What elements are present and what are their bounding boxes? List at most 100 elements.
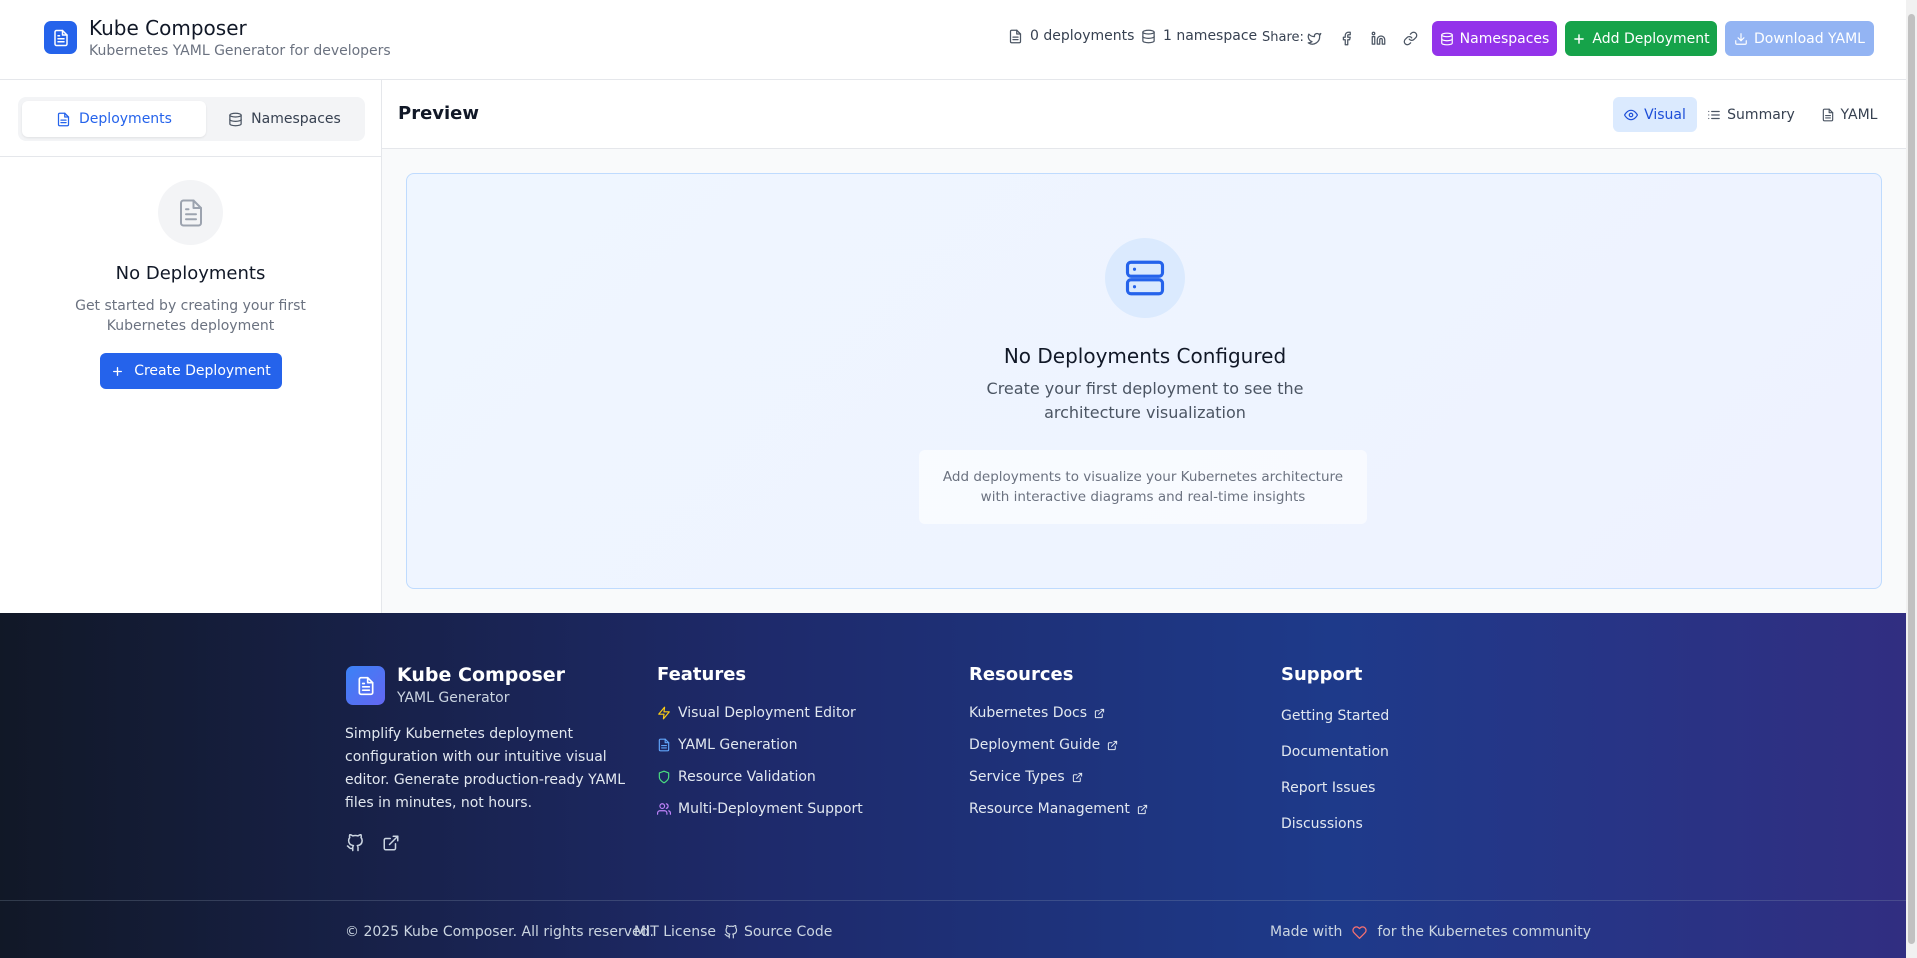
page-scrollbar[interactable] [1906, 0, 1917, 958]
made-for-label: for the Kubernetes community [1377, 924, 1592, 940]
visualization-area: No Deployments Configured Create your fi… [406, 173, 1882, 589]
github-icon[interactable] [345, 833, 365, 853]
plus-icon [1574, 33, 1585, 44]
footer-link-multi-deployment[interactable]: Multi-Deployment Support [657, 801, 863, 817]
mit-license-link[interactable]: MIT License [634, 924, 716, 940]
list-icon [1708, 110, 1721, 119]
document-icon [358, 676, 373, 695]
preview-title: Preview [398, 103, 480, 124]
empty-state-title: No Deployments [115, 263, 266, 284]
sidebar: Deployments Namespaces No Deployments Ge… [0, 80, 382, 613]
tab-deployments[interactable]: Deployments [22, 101, 206, 137]
namespaces-count: 1 namespace [1141, 28, 1257, 44]
view-tab-yaml[interactable]: YAML [1818, 97, 1880, 132]
app-logo [44, 21, 77, 54]
made-with-label: Made with [1270, 924, 1343, 940]
empty-visualization-title: No Deployments Configured [1003, 344, 1287, 368]
source-code-link[interactable]: Source Code [724, 924, 832, 940]
heart-icon [1352, 925, 1367, 939]
document-icon [1009, 29, 1022, 43]
footer-link-label: Kubernetes Docs [969, 705, 1088, 721]
tab-deployments-label: Deployments [79, 111, 172, 127]
empty-state-icon-circle [158, 180, 223, 245]
footer-resources-title: Resources [969, 664, 1074, 685]
footer-brand-title: Kube Composer [397, 664, 566, 686]
view-tab-visual[interactable]: Visual [1613, 97, 1697, 132]
empty-state-description: Get started by creating your first Kuber… [75, 298, 306, 334]
footer-link-resource-validation[interactable]: Resource Validation [657, 769, 816, 785]
tab-namespaces[interactable]: Namespaces [208, 101, 361, 137]
footer-link-visual-editor[interactable]: Visual Deployment Editor [657, 705, 856, 721]
footer-link-label: Service Types [969, 769, 1065, 785]
footer-link-resource-management[interactable]: Resource Management [969, 801, 1148, 817]
namespaces-button-label: Namespaces [1459, 30, 1550, 47]
view-tab-visual-label: Visual [1644, 106, 1686, 123]
shield-icon [658, 770, 670, 784]
sidebar-tabs: Deployments Namespaces [18, 97, 365, 141]
footer-link-label: Visual Deployment Editor [678, 705, 856, 721]
scrollbar-thumb[interactable] [1908, 14, 1915, 944]
plus-icon [113, 366, 123, 376]
document-icon [179, 199, 202, 226]
app-title: Kube Composer [89, 16, 247, 40]
create-deployment-button-label: Create Deployment [134, 363, 271, 379]
footer-link-label: Multi-Deployment Support [678, 801, 863, 817]
footer-link-discussions[interactable]: Discussions [1281, 816, 1363, 832]
add-deployment-button-label: Add Deployment [1592, 30, 1710, 47]
footer-link-label: Deployment Guide [969, 737, 1101, 753]
app-header: Kube Composer Kubernetes YAML Generator … [0, 0, 1906, 80]
footer-divider [0, 900, 1906, 901]
source-code-label: Source Code [744, 924, 833, 940]
external-link-icon [1137, 804, 1148, 814]
visualization-note: Add deployments to visualize your Kubern… [919, 450, 1367, 524]
linkedin-icon[interactable] [1369, 29, 1387, 47]
copyright: © 2025 Kube Composer. All rights reserve… [345, 924, 654, 940]
document-icon [57, 112, 70, 126]
footer-link-service-types[interactable]: Service Types [969, 769, 1083, 785]
download-yaml-button[interactable]: Download YAML [1725, 21, 1874, 56]
namespaces-count-label: 1 namespace [1163, 28, 1258, 44]
footer-link-getting-started[interactable]: Getting Started [1281, 708, 1389, 724]
footer-brand-subtitle: YAML Generator [397, 690, 510, 706]
footer-support-title: Support [1281, 664, 1363, 685]
document-icon [53, 29, 68, 46]
view-tab-summary[interactable]: Summary [1706, 97, 1796, 132]
preview-toolbar: Preview Visual Summary YAML [382, 80, 1906, 149]
external-link-icon [1108, 740, 1118, 750]
footer-link-label: Resource Management [969, 801, 1130, 817]
footer-link-report-issues[interactable]: Report Issues [1281, 780, 1375, 796]
footer-link-deployment-guide[interactable]: Deployment Guide [969, 737, 1118, 753]
download-icon [1735, 32, 1747, 45]
deployments-count: 0 deployments [1008, 28, 1134, 44]
app-subtitle: Kubernetes YAML Generator for developers [89, 43, 391, 59]
add-deployment-button[interactable]: Add Deployment [1565, 21, 1717, 56]
namespaces-button[interactable]: Namespaces [1432, 21, 1557, 56]
made-with: Made with for the Kubernetes community [1270, 924, 1591, 940]
eye-icon [1624, 109, 1639, 120]
external-link-icon [1094, 708, 1105, 718]
footer-features-title: Features [657, 664, 747, 685]
twitter-icon[interactable] [1305, 29, 1323, 47]
footer-logo [346, 666, 385, 705]
download-yaml-button-label: Download YAML [1754, 30, 1865, 47]
external-link-icon[interactable] [381, 833, 401, 853]
view-tab-summary-label: Summary [1727, 106, 1795, 123]
database-icon [1142, 29, 1155, 43]
footer-description: Simplify Kubernetes deployment configura… [345, 726, 626, 811]
link-icon[interactable] [1401, 29, 1419, 47]
lightning-icon [658, 706, 670, 720]
database-icon [229, 112, 242, 126]
footer-link-label: Resource Validation [678, 769, 816, 785]
footer-link-kubernetes-docs[interactable]: Kubernetes Docs [969, 705, 1105, 721]
footer: Kube Composer YAML Generator Simplify Ku… [0, 613, 1906, 958]
tab-namespaces-label: Namespaces [251, 111, 341, 127]
document-icon [658, 738, 670, 752]
share-label: Share: [1262, 30, 1304, 45]
create-deployment-button[interactable]: Create Deployment [100, 353, 282, 389]
empty-visualization-description: Create your first deployment to see the … [986, 379, 1304, 422]
facebook-icon[interactable] [1337, 29, 1355, 47]
footer-link-documentation[interactable]: Documentation [1281, 744, 1389, 760]
footer-link-yaml-generation[interactable]: YAML Generation [657, 737, 797, 753]
database-icon [1440, 32, 1453, 45]
external-link-icon [1072, 772, 1082, 782]
